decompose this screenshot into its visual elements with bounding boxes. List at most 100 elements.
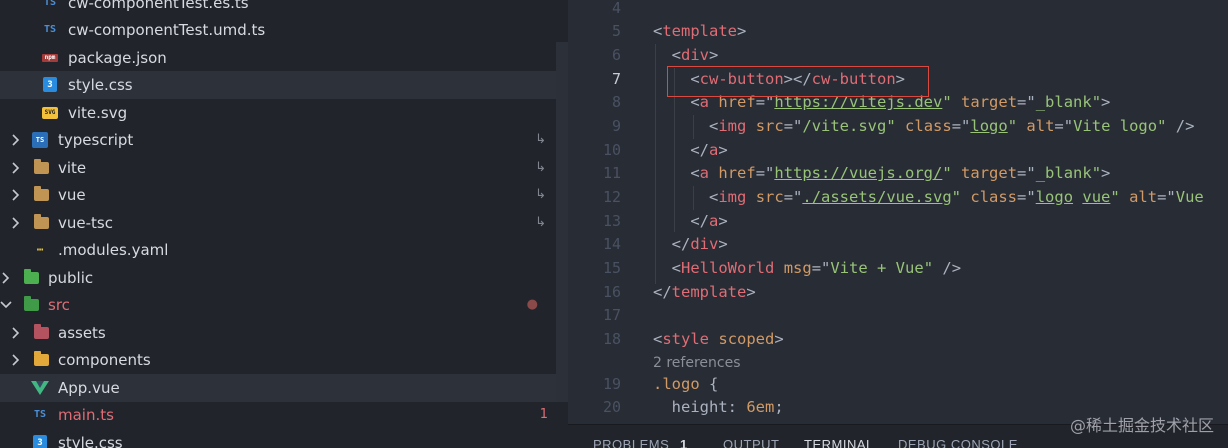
chevron-right-icon [10, 188, 22, 202]
tree-folder-vue[interactable]: vue ↳ [0, 181, 556, 209]
tree-item-cw-componentTest-es[interactable]: TS cw-componentTest.es.ts [0, 0, 556, 17]
line-number: 12 [602, 187, 621, 206]
tree-item-label: vue-tsc [58, 213, 113, 232]
tree-folder-components[interactable]: components [0, 346, 556, 374]
code-text: <template> [653, 22, 747, 41]
typescript-file-icon: TS [43, 24, 57, 36]
tree-item-label: cw-componentTest.es.ts [68, 0, 249, 12]
code-text: <HelloWorld msg="Vite + Vue" /> [671, 258, 962, 277]
line-number: 15 [602, 258, 621, 277]
code-line: 12 <img src="./assets/vue.svg" class="lo… [568, 185, 1228, 209]
tree-item-package-json[interactable]: npm package.json [0, 44, 556, 72]
tree-item-style-css[interactable]: 3 style.css [0, 71, 556, 99]
code-line: 15 <HelloWorld msg="Vite + Vue" /> [568, 256, 1228, 280]
chevron-right-icon [10, 353, 22, 367]
code-text: </template> [653, 282, 756, 301]
code-line: 18 <style scoped> [568, 327, 1228, 351]
css-file-icon: 3 [43, 77, 57, 93]
tree-item-label: App.vue [58, 378, 120, 397]
tree-folder-public[interactable]: public [0, 264, 556, 292]
problems-count-badge: 1 [680, 437, 688, 448]
tree-item-app-vue[interactable]: App.vue [0, 374, 556, 402]
tree-folder-typescript[interactable]: TS typescript ↳ [0, 126, 556, 154]
code-line: 11 <a href="https://vuejs.org/" target="… [568, 162, 1228, 186]
symlink-icon: ↳ [535, 187, 546, 203]
code-line: 16 </template> [568, 280, 1228, 304]
code-text: <div> [671, 45, 719, 64]
tree-folder-vue-tsc[interactable]: vue-tsc ↳ [0, 209, 556, 237]
tree-item-src-style-css[interactable]: 3 style.css [0, 429, 556, 448]
code-text: <img src="/vite.svg" class="logo" alt="V… [709, 116, 1195, 135]
tree-item-label: vite [58, 158, 87, 177]
tab-debug-console[interactable]: DEBUG CONSOLE [898, 437, 1018, 448]
tab-terminal[interactable]: TERMINAL [804, 437, 874, 448]
vue-file-icon [31, 380, 49, 396]
code-line: 17 [568, 304, 1228, 328]
json-file-icon: npm [42, 53, 58, 62]
tree-folder-assets[interactable]: assets [0, 319, 556, 347]
code-line: 9 <img src="/vite.svg" class="logo" alt=… [568, 114, 1228, 138]
tree-item-label: main.ts [58, 405, 114, 424]
tree-item-modules-yaml[interactable]: ⋯ .modules.yaml [0, 236, 556, 264]
folder-icon [33, 158, 49, 176]
code-line: 13 </a> [568, 209, 1228, 233]
line-number: 8 [611, 93, 621, 112]
svg-file-icon: SVG [42, 106, 58, 119]
tree-folder-vite[interactable]: vite ↳ [0, 154, 556, 182]
code-text: </a> [690, 140, 728, 159]
chevron-right-icon [10, 326, 22, 340]
chevron-right-icon [10, 161, 22, 175]
code-text: <a href="https://vuejs.org/" target="_bl… [690, 164, 1111, 183]
typescript-file-icon: TS [33, 409, 47, 421]
line-number: 9 [611, 116, 621, 135]
tree-item-main-ts[interactable]: TS main.ts 1 [0, 401, 556, 429]
code-line: 6 <div> [568, 43, 1228, 67]
line-number: 20 [602, 398, 621, 417]
line-number: 19 [602, 374, 621, 393]
codelens-line: 2 references [568, 352, 1228, 374]
tree-item-label: components [58, 350, 151, 369]
tab-output[interactable]: OUTPUT [723, 437, 779, 448]
chevron-right-icon [10, 216, 22, 230]
code-text: <style scoped> [653, 329, 784, 348]
typescript-folder-icon: TS [32, 131, 48, 148]
typescript-file-icon: TS [43, 0, 57, 9]
annotation-highlight-box [667, 66, 929, 97]
tree-item-label: vite.svg [68, 103, 128, 122]
line-number: 16 [602, 282, 621, 301]
code-line: 5 <template> [568, 20, 1228, 44]
tree-item-label: cw-componentTest.umd.ts [68, 20, 266, 39]
code-editor[interactable]: 4 5 <template> 6 <div> 7 <cw-button></cw… [568, 0, 1228, 424]
line-number: 4 [611, 0, 621, 17]
sidebar-scrollbar[interactable] [556, 42, 568, 402]
tree-item-vite-svg[interactable]: SVG vite.svg [0, 99, 556, 127]
chevron-down-icon [0, 298, 12, 312]
symlink-icon: ↳ [535, 132, 546, 148]
line-number: 14 [602, 235, 621, 254]
explorer-sidebar: TS cw-componentTest.es.ts TS cw-componen… [0, 0, 568, 448]
code-text: height: 6em; [671, 398, 784, 417]
code-text: </a> [690, 211, 728, 230]
line-number: 6 [611, 45, 621, 64]
tree-item-label: vue [58, 185, 86, 204]
symlink-icon: ↳ [535, 215, 546, 231]
references-codelens[interactable]: 2 references [653, 355, 741, 371]
public-folder-icon [23, 268, 39, 286]
chevron-right-icon [10, 133, 22, 147]
tree-item-label: typescript [58, 130, 134, 149]
line-number: 7 [611, 69, 621, 88]
watermark: @稀土掘金技术社区 [1069, 416, 1214, 435]
tree-item-cw-componentTest-umd[interactable]: TS cw-componentTest.umd.ts [0, 16, 556, 44]
folder-icon [33, 185, 49, 203]
modified-dot-icon: ● [526, 297, 538, 313]
line-number: 5 [611, 22, 621, 41]
tree-item-label: style.css [68, 75, 133, 94]
tree-item-label: .modules.yaml [58, 240, 169, 259]
line-number: 18 [602, 329, 621, 348]
tree-item-label: public [48, 268, 94, 287]
src-folder-icon [23, 295, 39, 313]
problem-count-badge: 1 [539, 407, 548, 423]
tree-folder-src[interactable]: src ● [0, 291, 556, 319]
tab-problems[interactable]: PROBLEMS [593, 437, 669, 448]
code-text: </div> [671, 235, 728, 254]
